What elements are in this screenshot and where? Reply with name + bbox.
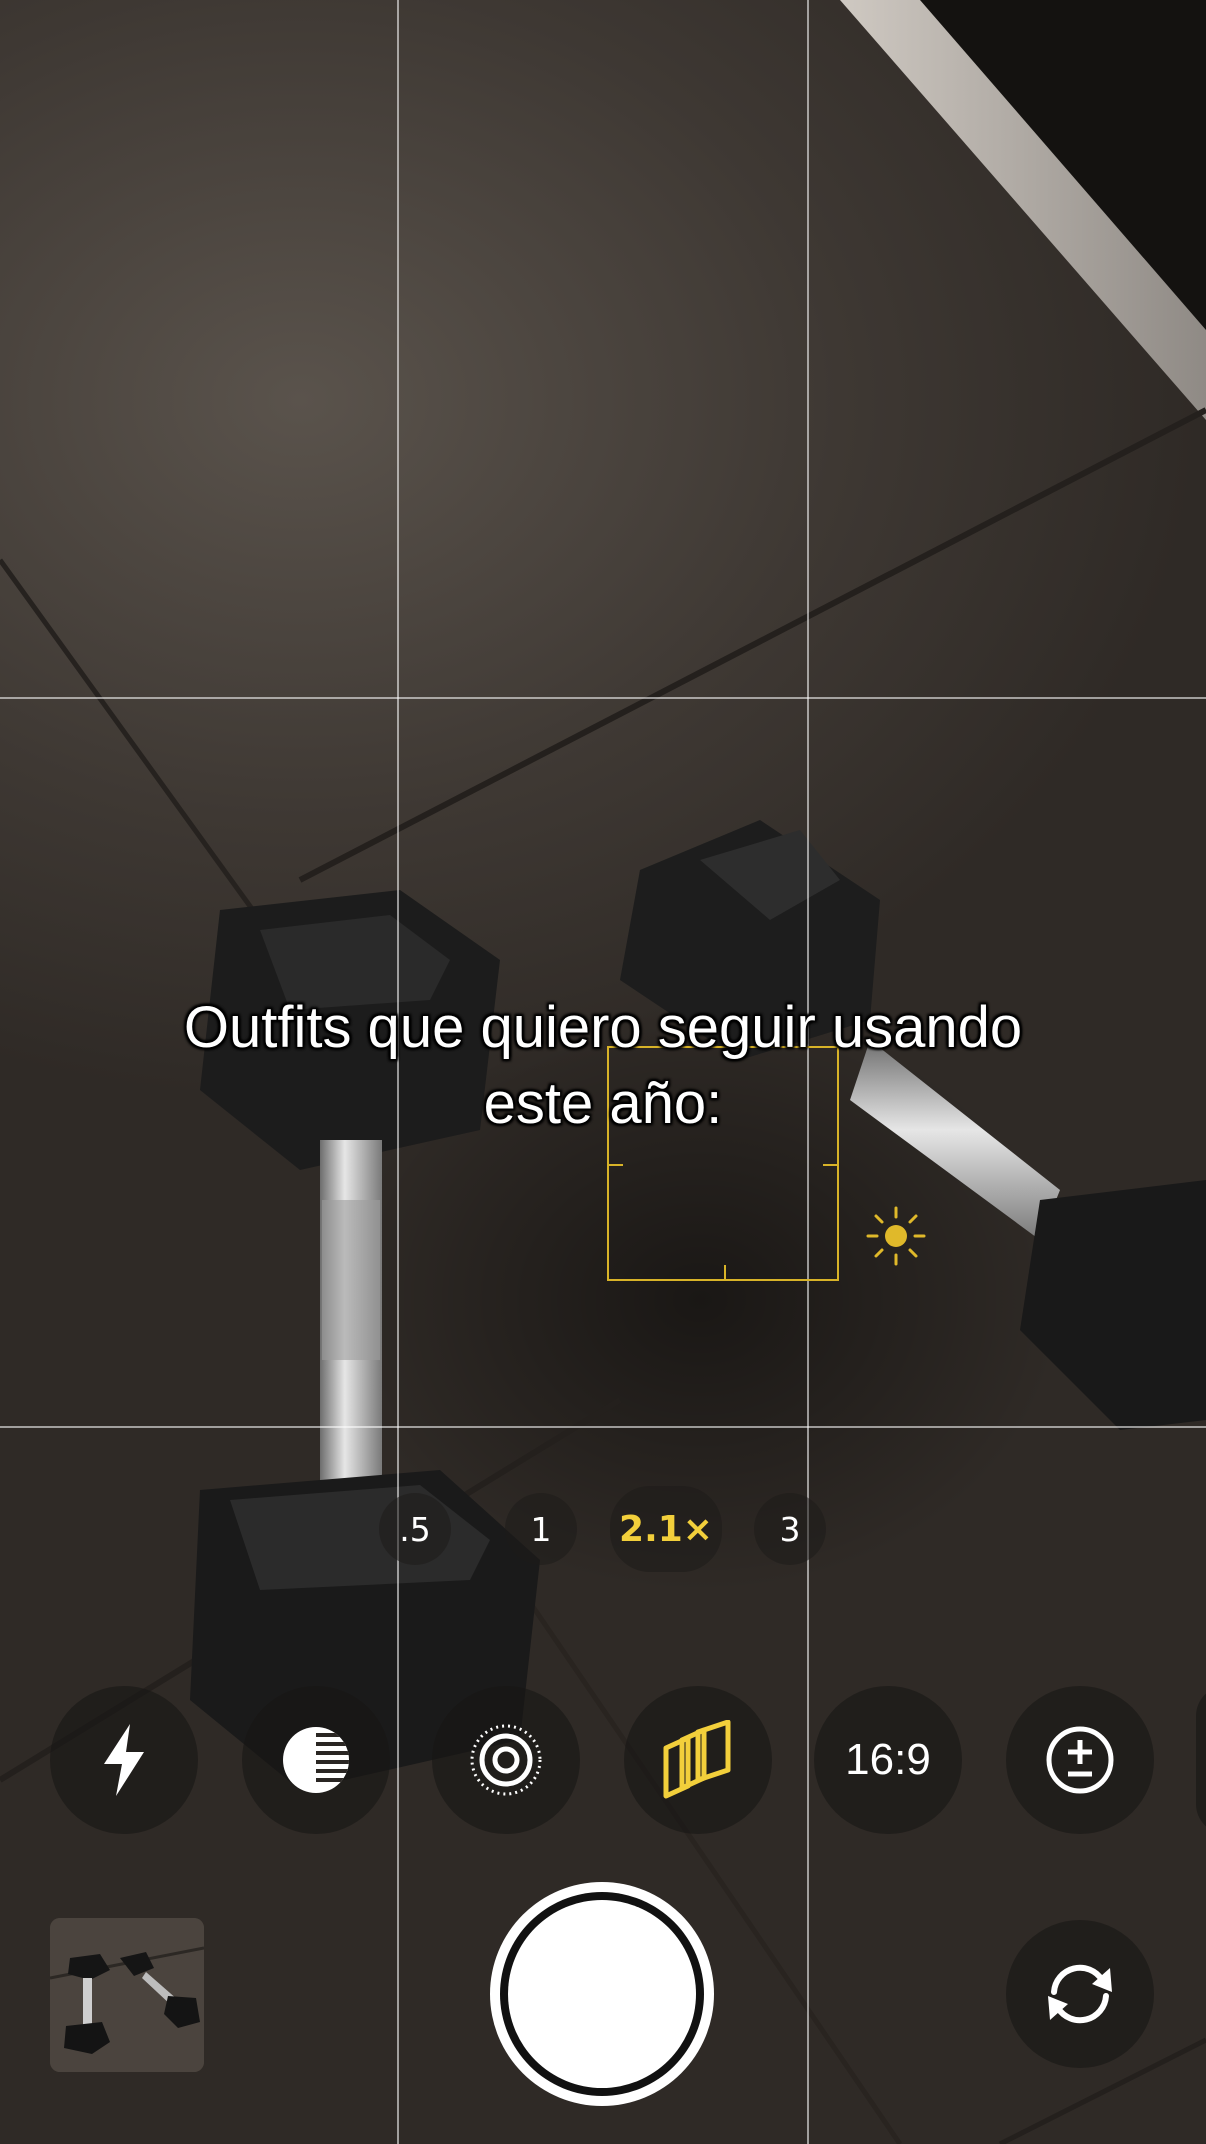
focus-tick-bottom <box>724 1265 726 1279</box>
last-photo-thumbnail[interactable] <box>50 1918 204 2072</box>
focus-tick-right <box>823 1164 837 1166</box>
live-photo-icon <box>470 1724 542 1796</box>
photographic-styles-button[interactable] <box>624 1686 772 1834</box>
thumbnail-image <box>50 1918 204 2072</box>
caption-line-1: Outfits que quiero seguir usando <box>183 995 1023 1060</box>
caption-overlay: Outfits que quiero seguir usando este añ… <box>60 990 1146 1142</box>
zoom-option-1[interactable]: 1 <box>505 1489 577 1569</box>
flip-camera-button[interactable] <box>1006 1920 1154 2068</box>
aspect-ratio-button[interactable]: 16:9 <box>814 1686 962 1834</box>
aspect-ratio-label: 16:9 <box>845 1735 931 1784</box>
grid-line-horizontal-2 <box>0 1426 1206 1428</box>
flash-button[interactable] <box>50 1686 198 1834</box>
grid-line-horizontal-1 <box>0 697 1206 699</box>
exposure-sun-icon[interactable] <box>860 1200 932 1272</box>
night-mode-button[interactable] <box>242 1686 390 1834</box>
caption-line-2: este año: <box>483 1071 723 1136</box>
flash-icon <box>104 1724 144 1796</box>
exposure-icon <box>1046 1726 1114 1794</box>
camera-viewfinder[interactable]: Outfits que quiero seguir usando este añ… <box>0 0 1206 2144</box>
flip-camera-icon <box>1048 1964 1112 2024</box>
shutter-inner[interactable] <box>508 1900 696 2088</box>
live-photo-button[interactable] <box>432 1686 580 1834</box>
night-mode-icon <box>283 1727 349 1793</box>
zoom-option-3[interactable]: 3 <box>754 1489 826 1569</box>
focus-tick-left <box>609 1164 623 1166</box>
zoom-option-2-1[interactable]: 2.1× <box>610 1489 722 1569</box>
more-controls-edge[interactable] <box>1196 1686 1206 1834</box>
exposure-button[interactable] <box>1006 1686 1154 1834</box>
zoom-option-0-5[interactable]: .5 <box>379 1489 451 1569</box>
photographic-styles-icon <box>663 1720 731 1799</box>
